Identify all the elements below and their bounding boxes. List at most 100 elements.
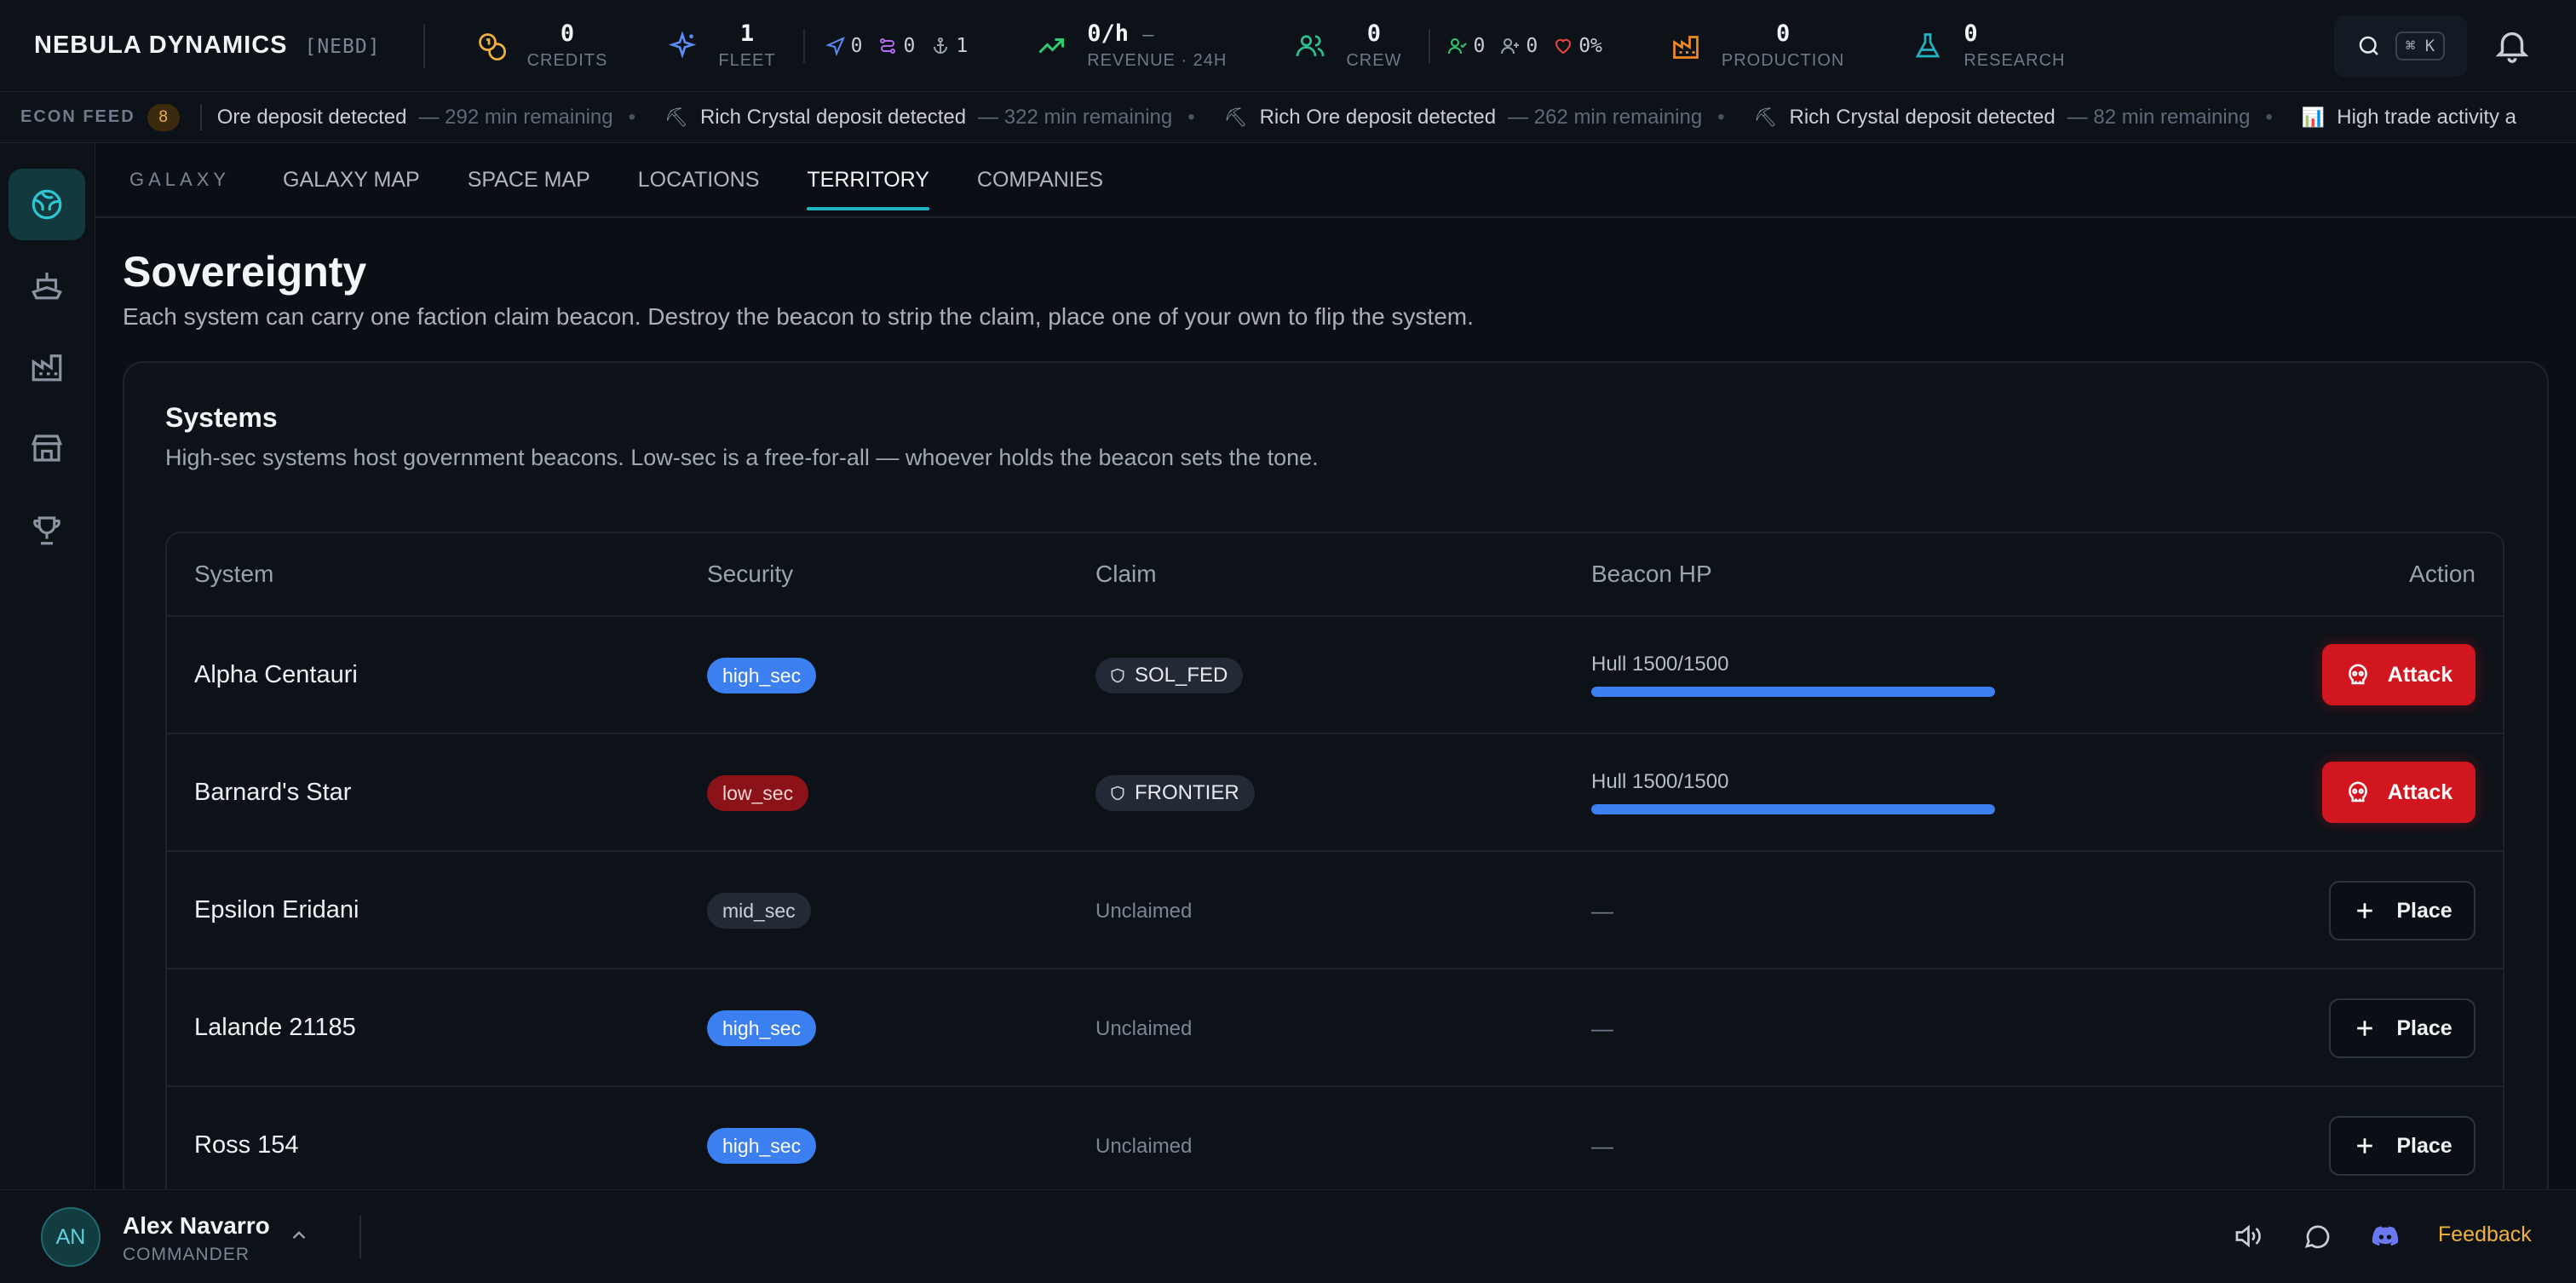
hp-text: Hull 1500/1500: [1591, 653, 1729, 676]
section-tabs: GALAXY GALAXY MAP SPACE MAP LOCATIONS TE…: [95, 143, 2576, 218]
divider: [199, 104, 202, 130]
production-value: 0: [1775, 20, 1791, 47]
credits-value: 0: [560, 20, 575, 47]
production-label: PRODUCTION: [1721, 51, 1845, 70]
tab-territory[interactable]: TERRITORY: [807, 142, 929, 217]
col-security: Security: [707, 561, 794, 587]
tab-locations[interactable]: LOCATIONS: [638, 142, 760, 217]
brand-name: NEBULA DYNAMICS: [34, 32, 288, 59]
page-title: Sovereignty: [123, 248, 367, 296]
chevron-up-icon[interactable]: [288, 1224, 310, 1246]
security-badge: low_sec: [707, 775, 809, 811]
place-button[interactable]: Place: [2329, 881, 2475, 941]
stat-credits[interactable]: 0 CREDITS: [476, 22, 608, 69]
revenue-trend: —: [1142, 25, 1154, 46]
store-icon: [31, 434, 63, 462]
hp-bar: [1591, 804, 1995, 814]
col-beacon-hp: Beacon HP: [1591, 561, 1712, 587]
stat-research[interactable]: 0 RESEARCH: [1912, 22, 2065, 69]
fleet-label: FLEET: [718, 51, 776, 70]
table-row: Alpha Centauri high_sec SOL_FED Hull 150…: [167, 617, 2503, 734]
system-name: Lalande 21185: [194, 1014, 356, 1041]
system-name: Barnard's Star: [194, 779, 352, 806]
anchor-icon: [934, 37, 948, 54]
sidebar-item-market[interactable]: [9, 412, 85, 484]
stat-revenue[interactable]: 0/h — REVENUE · 24H: [1036, 22, 1227, 69]
stat-crew[interactable]: 0 CREW: [1295, 22, 1401, 69]
sidebar-item-production[interactable]: [9, 331, 85, 402]
attack-button[interactable]: Attack: [2322, 644, 2475, 705]
claim-status: Unclaimed: [1095, 1135, 1193, 1158]
stat-fleet[interactable]: 1 FLEET: [667, 22, 775, 69]
feed-item[interactable]: ⛏ Rich Crystal deposit detected — 322 mi…: [664, 106, 1195, 129]
claim-status: Unclaimed: [1095, 900, 1193, 923]
sidebar-item-fleet[interactable]: [9, 249, 85, 320]
stat-production[interactable]: 0 PRODUCTION: [1670, 22, 1844, 69]
system-name: Ross 154: [194, 1131, 299, 1159]
card-title: Systems: [165, 402, 278, 433]
divider: [359, 1216, 361, 1258]
avatar[interactable]: AN: [41, 1207, 101, 1267]
pickaxe-icon: ⛏: [1223, 106, 1248, 128]
pickaxe-icon: ⛏: [1753, 106, 1778, 128]
sparkle-icon: [669, 30, 697, 59]
top-bar: NEBULA DYNAMICS [NEBD] 0 CREDITS 1 FLEET…: [0, 0, 2576, 92]
credits-label: CREDITS: [526, 51, 608, 70]
table-row: Epsilon Eridani mid_sec Unclaimed — Plac…: [167, 852, 2503, 969]
coins-icon: [478, 32, 506, 60]
hp-empty: —: [1591, 1133, 1613, 1159]
card-subtitle: High-sec systems host government beacons…: [165, 445, 1319, 470]
shortcut-hint: ⌘ K: [2395, 32, 2446, 60]
discord-icon[interactable]: [2370, 1221, 2401, 1251]
users-icon: [1297, 34, 1325, 56]
revenue-label: REVENUE · 24H: [1087, 51, 1228, 70]
section-title: GALAXY: [129, 169, 231, 190]
security-badge: mid_sec: [707, 893, 811, 929]
col-system: System: [194, 561, 274, 587]
tab-companies[interactable]: COMPANIES: [977, 142, 1103, 217]
crew-idle: 0: [1500, 35, 1538, 57]
security-badge: high_sec: [707, 658, 817, 693]
navigation-icon: [825, 36, 845, 56]
econ-feed: ECON FEED 8 Ore deposit detected — 292 m…: [0, 92, 2576, 143]
trophy-icon: [33, 516, 60, 545]
feed-item[interactable]: Ore deposit detected — 292 min remaining…: [217, 106, 635, 129]
footer-bar: AN Alex Navarro COMMANDER Feedback: [0, 1189, 2576, 1283]
col-claim: Claim: [1095, 561, 1157, 587]
attack-button[interactable]: Attack: [2322, 762, 2475, 823]
bell-icon[interactable]: [2493, 26, 2532, 65]
col-action: Action: [2409, 561, 2475, 587]
feed-item[interactable]: ⛏ Rich Ore deposit detected — 262 min re…: [1224, 106, 1725, 129]
place-button[interactable]: Place: [2329, 1116, 2475, 1176]
volume-icon[interactable]: [2232, 1221, 2263, 1251]
sidebar-item-galaxy[interactable]: [9, 169, 85, 240]
page-subtitle: Each system can carry one faction claim …: [123, 303, 1474, 330]
brand[interactable]: NEBULA DYNAMICS [NEBD]: [34, 32, 381, 60]
feedback-link[interactable]: Feedback: [2438, 1223, 2532, 1247]
chart-icon: 📊: [2301, 106, 2326, 128]
feed-item[interactable]: ⛏ Rich Crystal deposit detected — 82 min…: [1754, 106, 2273, 129]
hp-bar: [1591, 687, 1995, 697]
shield-icon: [1111, 785, 1124, 801]
user-plus-icon: [1501, 37, 1520, 54]
feed-item[interactable]: 📊 High trade activity a: [2302, 106, 2516, 129]
chat-icon[interactable]: [2302, 1221, 2332, 1251]
systems-card: Systems High-sec systems host government…: [123, 361, 2549, 1283]
system-name: Alpha Centauri: [194, 661, 358, 688]
tab-galaxy-map[interactable]: GALAXY MAP: [283, 142, 420, 217]
sidebar-item-leaderboard[interactable]: [9, 494, 85, 566]
user-role: COMMANDER: [123, 1245, 250, 1264]
fleet-moving: 0: [825, 35, 862, 57]
shield-icon: [1111, 668, 1124, 683]
place-button[interactable]: Place: [2329, 998, 2475, 1058]
tab-space-map[interactable]: SPACE MAP: [468, 142, 590, 217]
table-row: Ross 154 high_sec Unclaimed — Place: [167, 1087, 2503, 1205]
trending-up-icon: [1038, 37, 1065, 54]
research-label: RESEARCH: [1964, 51, 2066, 70]
search-button[interactable]: ⌘ K: [2334, 15, 2467, 77]
skull-icon: [2348, 781, 2367, 803]
crew-active: 0: [1447, 35, 1485, 57]
plus-icon: [2357, 903, 2373, 918]
research-value: 0: [1964, 20, 1978, 47]
crew-morale: 0%: [1553, 35, 1602, 57]
